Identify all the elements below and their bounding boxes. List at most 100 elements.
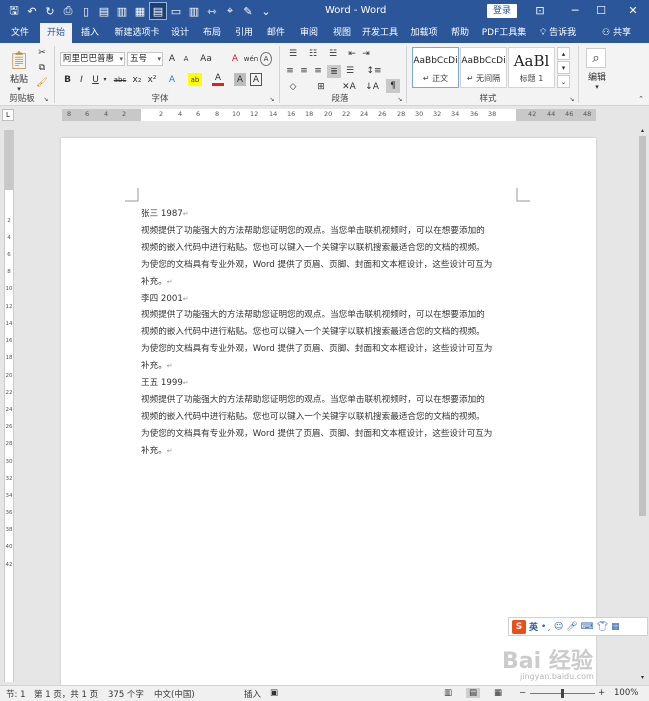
style-heading-1[interactable]: AaBl 标题 1 — [508, 47, 555, 88]
horizontal-ruler[interactable]: 8 6 4 2 2 4 6 8 10 12 14 16 18 20 22 24 … — [62, 109, 596, 121]
increase-indent-icon[interactable]: ⇥ — [360, 48, 372, 60]
tab-mailings[interactable]: 邮件 — [262, 23, 290, 43]
tab-design[interactable]: 设计 — [166, 23, 194, 43]
doc-paragraph[interactable]: 为使您的文档具有专业外观，Word 提供了页眉、页脚、封面和文本框设计，这些设计… — [141, 341, 523, 358]
doc-paragraph[interactable]: 视频提供了功能强大的方法帮助您证明您的观点。当您单击联机视频时，可以在想要添加的 — [141, 392, 523, 409]
macro-record-icon[interactable]: ▣ — [270, 688, 278, 698]
sogou-logo-icon[interactable]: S — [512, 619, 526, 634]
doc-paragraph[interactable]: 视频的嵌入代码中进行粘贴。您也可以键入一个关键字以联机搜索最适合您的文档的视频。 — [141, 240, 523, 257]
punctuation-icon[interactable]: •ˏ — [541, 622, 551, 632]
text-effects-icon[interactable]: A — [166, 73, 178, 86]
zoom-level[interactable]: 100% — [614, 688, 638, 698]
editing-dropdown-icon[interactable]: ▾ — [592, 83, 602, 91]
ime-toolbar[interactable]: S 英 •ˏ ☺ 🎤︎ ⌨ 👕︎ ▦ — [508, 617, 648, 636]
change-case-icon[interactable]: Aa — [198, 52, 214, 66]
maximize-button[interactable]: ☐ — [592, 2, 610, 20]
format-painter-icon[interactable]: 🖌︎ — [36, 77, 48, 89]
minimize-button[interactable]: ─ — [566, 2, 584, 20]
subscript-button[interactable]: x₂ — [131, 73, 143, 86]
multilevel-list-icon[interactable]: ☱ — [324, 48, 342, 60]
status-page[interactable]: 第 1 页，共 1 页 — [34, 688, 98, 700]
tab-new-tab[interactable]: 新建选项卡 — [110, 23, 164, 43]
tab-pdf-tools[interactable]: PDF工具集 — [480, 23, 528, 43]
copy-icon[interactable]: ⧉ — [36, 62, 48, 74]
tab-file[interactable]: 文件 — [6, 23, 34, 43]
zoom-slider-thumb[interactable] — [561, 689, 564, 698]
bullets-icon[interactable]: ☰ — [284, 48, 302, 60]
print-layout-view-icon[interactable]: ▤ — [466, 688, 481, 698]
doc-paragraph[interactable]: 张三 1987↵ — [141, 206, 523, 223]
tab-layout[interactable]: 布局 — [198, 23, 226, 43]
vertical-ruler[interactable]: 2 4 6 8 10 12 14 16 18 20 22 24 26 28 30… — [4, 130, 14, 682]
print-preview-icon[interactable]: ⎙ — [60, 3, 76, 19]
tab-references[interactable]: 引用 — [230, 23, 258, 43]
document-area[interactable]: 张三 1987↵ 视频提供了功能强大的方法帮助您证明您的观点。当您单击联机视频时，… — [16, 124, 636, 685]
new-doc-icon[interactable]: ▯ — [78, 3, 94, 19]
underline-dropdown-icon[interactable]: ▾ — [101, 73, 109, 86]
grow-font-icon[interactable]: A — [166, 52, 178, 66]
keyboard-icon[interactable]: ⌨ — [581, 622, 594, 632]
tab-view[interactable]: 视图 — [328, 23, 356, 43]
skin-icon[interactable]: 👕︎ — [597, 622, 608, 632]
collapse-ribbon-icon[interactable]: ⌃ — [636, 95, 646, 103]
format-icon[interactable]: ✎ — [240, 3, 256, 19]
styles-down-icon[interactable]: ▾ — [557, 61, 570, 74]
char-shading-icon[interactable]: A — [234, 73, 246, 86]
styles-launcher-icon[interactable]: ↘ — [568, 95, 576, 103]
open-folder-icon[interactable]: ▤ — [96, 3, 112, 19]
scroll-thumb[interactable] — [639, 136, 646, 516]
zoom-out-icon[interactable]: − — [519, 688, 526, 698]
document-page[interactable]: 张三 1987↵ 视频提供了功能强大的方法帮助您证明您的观点。当您单击联机视频时，… — [61, 138, 596, 685]
tab-home[interactable]: 开始 — [40, 23, 72, 43]
status-section[interactable]: 节: 1 — [6, 688, 25, 700]
font-name-combo[interactable]: 阿里巴巴普惠 ▾ — [60, 52, 125, 66]
doc-paragraph[interactable]: 视频的嵌入代码中进行粘贴。您也可以键入一个关键字以联机搜索最适合您的文档的视频。 — [141, 324, 523, 341]
read-mode-view-icon[interactable]: ▥ — [444, 688, 452, 698]
decrease-indent-icon[interactable]: ⇤ — [346, 48, 358, 60]
distributed-icon[interactable]: ☰ — [344, 65, 356, 77]
style-no-spacing[interactable]: AaBbCcDi ↵ 无间隔 — [460, 47, 507, 88]
italic-button[interactable]: I — [76, 73, 87, 86]
paste-button[interactable]: 粘贴 — [6, 72, 32, 85]
doc-paragraph[interactable]: 为使您的文档具有专业外观，Word 提供了页眉、页脚、封面和文本框设计，这些设计… — [141, 257, 523, 274]
justify-icon[interactable]: ≣ — [327, 65, 341, 78]
ribbon-display-icon[interactable]: ⊡ — [531, 2, 549, 20]
vertical-scrollbar[interactable]: ▴ ▾ — [636, 124, 649, 685]
editing-button[interactable]: 编辑 — [582, 70, 612, 83]
status-language[interactable]: 中文(中国) — [154, 688, 195, 700]
read-mode-icon[interactable]: ▤ — [149, 2, 167, 20]
strikethrough-button[interactable]: abc — [112, 73, 128, 86]
redo-icon[interactable]: ↻ — [42, 3, 58, 19]
doc-paragraph[interactable]: 补充。↵ — [141, 443, 523, 460]
save-icon[interactable]: 🖫 — [6, 3, 22, 19]
emoji-icon[interactable]: ☺ — [554, 622, 563, 632]
zoom-in-icon[interactable]: + — [598, 688, 605, 698]
tab-selector[interactable]: L — [2, 109, 14, 121]
microphone-icon[interactable]: 🎤︎ — [566, 622, 577, 632]
paste-icon[interactable]: 📋︎ — [8, 48, 31, 72]
sort-icon[interactable]: ↓A — [365, 81, 379, 93]
numbering-icon[interactable]: ☷ — [304, 48, 322, 60]
close-button[interactable]: ✕ — [624, 2, 642, 20]
tab-developer[interactable]: 开发工具 — [360, 23, 400, 43]
web-layout-view-icon[interactable]: ▦ — [494, 688, 502, 698]
tab-insert[interactable]: 插入 — [76, 23, 104, 43]
save-as-icon[interactable]: ▥ — [114, 3, 130, 19]
scroll-down-icon[interactable]: ▾ — [638, 673, 647, 681]
doc-paragraph[interactable]: 视频的嵌入代码中进行粘贴。您也可以键入一个关键字以联机搜索最适合您的文档的视频。 — [141, 409, 523, 426]
status-insert-mode[interactable]: 插入 — [244, 688, 261, 700]
clipboard-launcher-icon[interactable]: ↘ — [42, 95, 50, 103]
spacing-icon[interactable]: ⇿ — [204, 3, 220, 19]
tell-me-search[interactable]: 💡︎ 告诉我 — [540, 23, 576, 43]
char-border-icon[interactable]: A — [250, 73, 262, 86]
status-words[interactable]: 375 个字 — [108, 688, 144, 700]
highlight-icon[interactable]: ab — [188, 73, 202, 86]
underline-button[interactable]: U — [90, 73, 101, 86]
doc-paragraph[interactable]: 为使您的文档具有专业外观，Word 提供了页眉、页脚、封面和文本框设计，这些设计… — [141, 426, 523, 443]
font-size-combo[interactable]: 五号 ▾ — [127, 52, 163, 66]
paragraph-launcher-icon[interactable]: ↘ — [396, 95, 404, 103]
doc-paragraph[interactable]: 视频提供了功能强大的方法帮助您证明您的观点。当您单击联机视频时，可以在想要添加的 — [141, 223, 523, 240]
doc-paragraph[interactable]: 补充。↵ — [141, 358, 523, 375]
styles-more-icon[interactable]: ⌄ — [557, 75, 570, 88]
line-spacing-icon[interactable]: ↕≡ — [366, 65, 382, 77]
